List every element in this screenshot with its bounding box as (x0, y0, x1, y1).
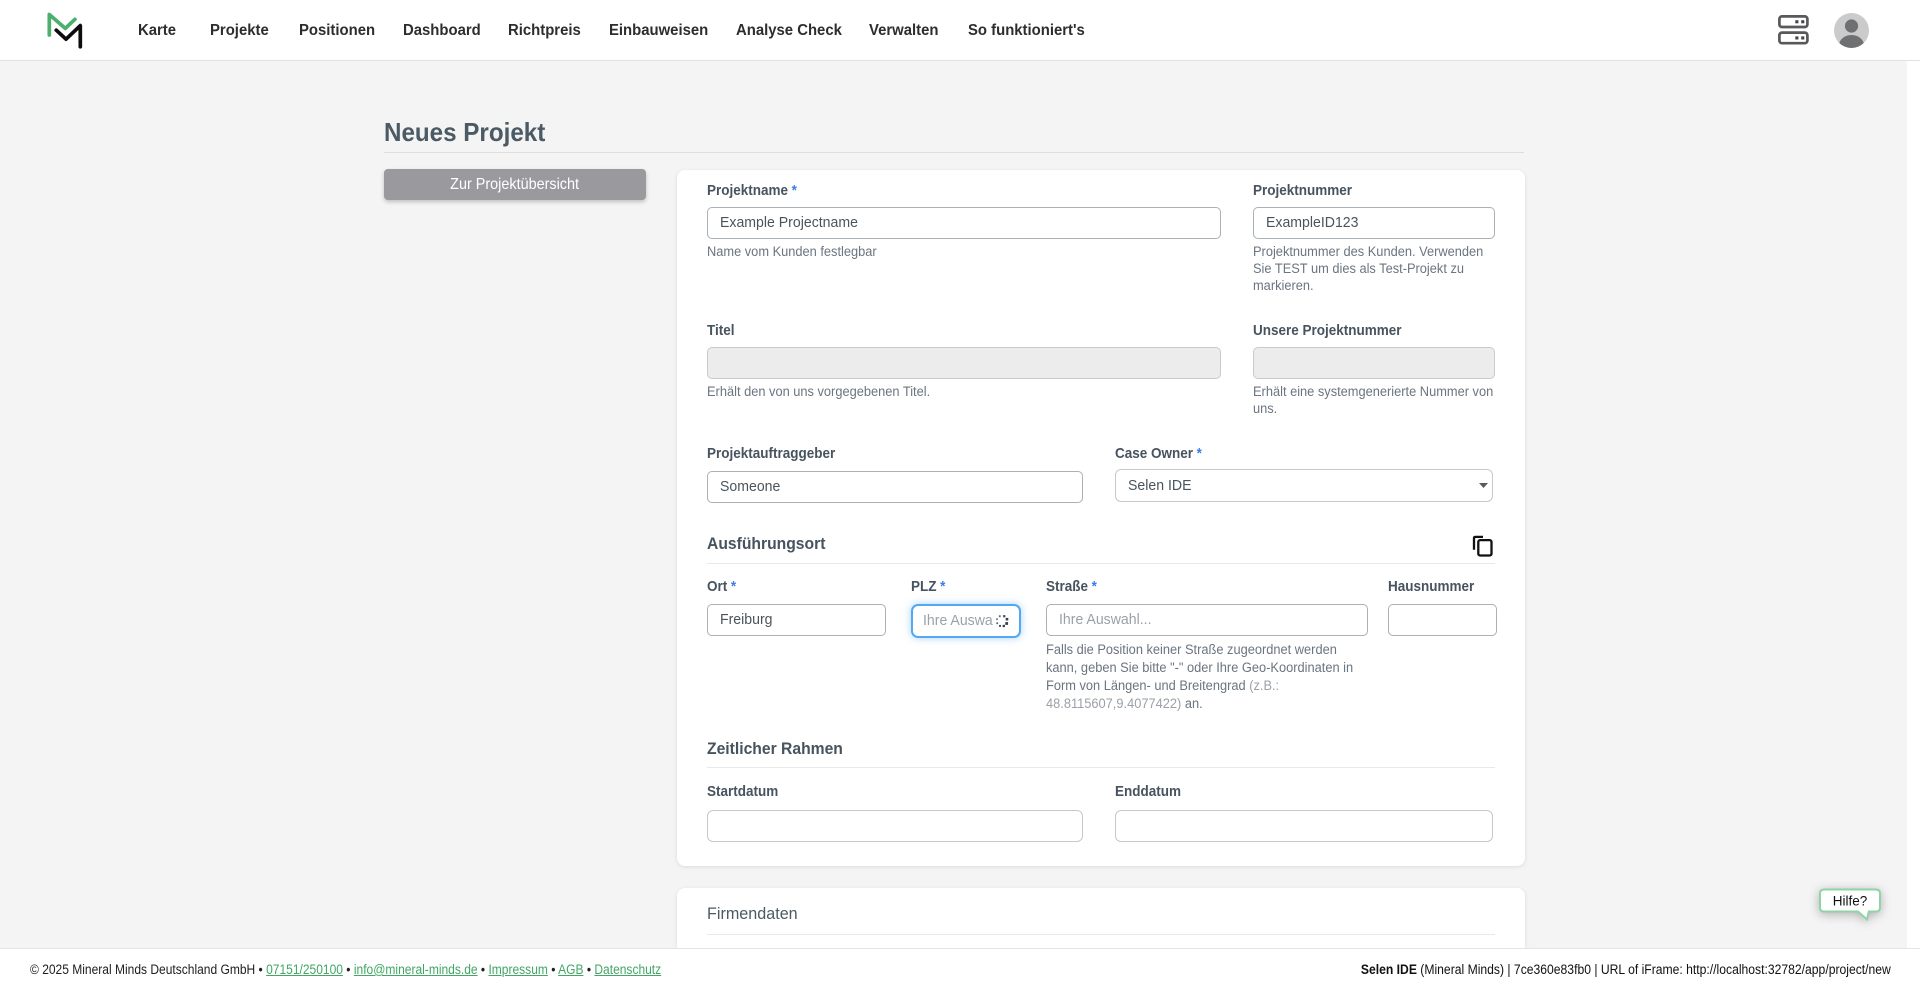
svg-text:Hilfe?: Hilfe? (1833, 894, 1868, 909)
